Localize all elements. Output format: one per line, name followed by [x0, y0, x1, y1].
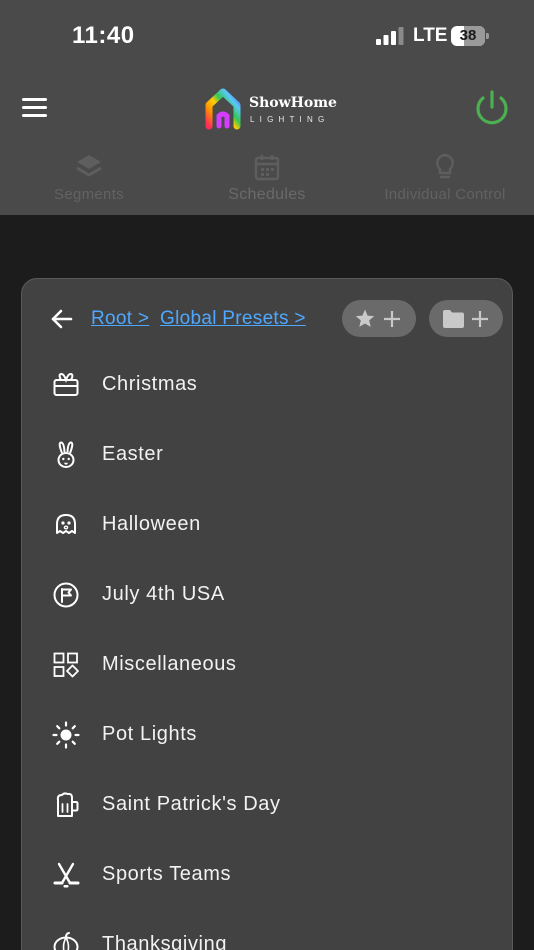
app-header: 11:40 LTE 38 ShowHome LIGHTING Segments …: [0, 0, 534, 215]
network-type: LTE: [413, 25, 448, 46]
gift-icon: [53, 372, 79, 396]
signal-icon: [376, 27, 404, 45]
layers-icon: [76, 155, 102, 177]
star-plus-icon: [355, 309, 400, 327]
hockey-icon: [53, 862, 80, 888]
folder-plus-icon: [443, 310, 488, 328]
list-item-label: Pot Lights: [102, 723, 197, 745]
list-item-thanksgiving[interactable]: Thanksgiving: [22, 909, 514, 950]
brand-name: ShowHome: [249, 95, 337, 111]
list-item-christmas[interactable]: Christmas: [22, 349, 514, 419]
list-item-label: Christmas: [102, 373, 198, 395]
power-icon[interactable]: [472, 88, 512, 128]
add-folder-button[interactable]: [429, 300, 503, 337]
sun-icon: [52, 721, 80, 749]
shapes-icon: [53, 652, 79, 678]
brand-logo: ShowHome LIGHTING: [204, 88, 344, 134]
status-bar: 11:40 LTE 38: [0, 0, 534, 72]
tab-segments[interactable]: Segments: [0, 150, 178, 212]
tab-segments-label: Segments: [54, 186, 124, 203]
ghost-icon: [56, 514, 76, 534]
list-item-label: Easter: [102, 443, 164, 465]
list-item-pot-lights[interactable]: Pot Lights: [22, 699, 514, 769]
bunny-icon: [57, 441, 75, 468]
tab-schedules-label: Schedules: [228, 186, 306, 203]
list-item-sports-teams[interactable]: Sports Teams: [22, 839, 514, 909]
tab-individual-control-label: Individual Control: [384, 186, 506, 203]
list-item-halloween[interactable]: Halloween: [22, 489, 514, 559]
tab-individual-control[interactable]: Individual Control: [356, 150, 534, 212]
flag-icon: [53, 582, 79, 608]
list-item-label: Miscellaneous: [102, 653, 237, 675]
status-time: 11:40: [72, 22, 135, 49]
tab-bar: Segments Schedules Individual Control: [0, 150, 534, 212]
pumpkin-icon: [53, 932, 79, 950]
list-item-july-4th-usa[interactable]: July 4th USA: [22, 559, 514, 629]
add-favorite-button[interactable]: [342, 300, 416, 337]
list-item-saint-patricks-day[interactable]: Saint Patrick's Day: [22, 769, 514, 839]
breadcrumb-global-presets-link[interactable]: Global Presets >: [160, 308, 306, 330]
breadcrumb: Root > Global Presets >: [22, 299, 514, 339]
list-item-label: July 4th USA: [102, 583, 225, 605]
house-logo-icon: [205, 88, 241, 130]
list-item-miscellaneous[interactable]: Miscellaneous: [22, 629, 514, 699]
beer-mug-icon: [56, 792, 79, 817]
breadcrumb-root-link[interactable]: Root >: [91, 308, 149, 330]
list-item-label: Saint Patrick's Day: [102, 793, 281, 815]
bulb-icon: [436, 153, 454, 179]
hamburger-menu-icon[interactable]: [22, 96, 48, 120]
tab-schedules[interactable]: Schedules: [178, 150, 356, 212]
list-item-easter[interactable]: Easter: [22, 419, 514, 489]
list-item-label: Halloween: [102, 513, 201, 535]
brand-subtitle: LIGHTING: [250, 115, 330, 124]
battery-icon: 38: [451, 26, 489, 46]
app-bar: ShowHome LIGHTING: [0, 72, 534, 146]
back-arrow-icon[interactable]: [50, 307, 74, 331]
presets-panel: Root > Global Presets > Christmas Easter…: [21, 278, 513, 950]
battery-percent: 38: [459, 27, 477, 44]
list-item-label: Sports Teams: [102, 863, 232, 885]
list-item-label: Thanksgiving: [102, 933, 228, 950]
calendar-icon: [254, 155, 280, 181]
